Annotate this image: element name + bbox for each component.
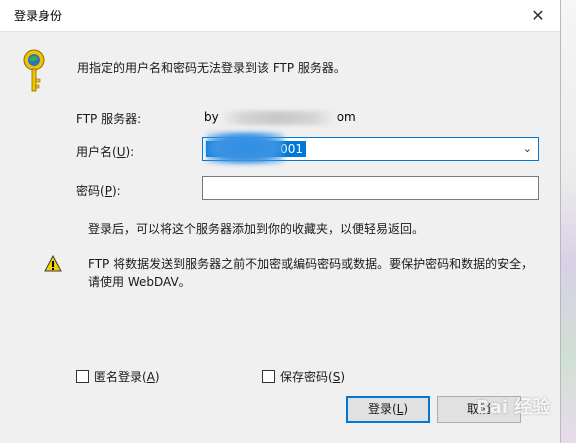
password-input[interactable] [202,176,539,200]
chevron-down-icon[interactable]: ⌄ [523,142,532,155]
redacted-region [219,110,336,125]
close-icon: ✕ [531,6,545,25]
save-password-checkbox[interactable]: 保存密码(S) [262,368,345,385]
title-bar: 登录身份 ✕ [0,0,560,32]
cancel-button[interactable]: 取消 [437,396,521,423]
warning-icon [44,255,62,272]
checkbox-box[interactable] [262,370,275,383]
anonymous-login-checkbox[interactable]: 匿名登录(A) [76,368,160,385]
dialog-title: 登录身份 [14,9,63,23]
background-strip [561,0,576,443]
header-message: 用指定的用户名和密码无法登录到该 FTP 服务器。 [77,61,346,75]
username-label: 用户名(U): [76,145,135,159]
redacted-region [206,132,284,164]
anonymous-login-label: 匿名登录(A) [94,370,160,384]
server-value-end: om [336,110,356,124]
security-warning: FTP 将数据发送到服务器之前不加密或编码密码或数据。要保护密码和数据的安全，请… [88,257,534,289]
login-button[interactable]: 登录(L) [346,396,430,423]
server-value: by om [204,110,356,125]
username-combobox[interactable]: 001 ⌄ [202,132,539,164]
server-label: FTP 服务器: [76,112,142,126]
key-icon [23,49,45,92]
login-dialog: 登录身份 ✕ 用指定的用户名和密码无法登录到该 FTP 服务器。 FTP 服务器… [0,0,561,443]
close-button[interactable]: ✕ [516,0,560,31]
server-value-start: by [204,110,219,124]
password-label: 密码(P): [76,184,121,198]
checkbox-box[interactable] [76,370,89,383]
favorites-info: 登录后，可以将这个服务器添加到你的收藏夹，以便轻易返回。 [88,222,425,236]
save-password-label: 保存密码(S) [280,370,345,384]
